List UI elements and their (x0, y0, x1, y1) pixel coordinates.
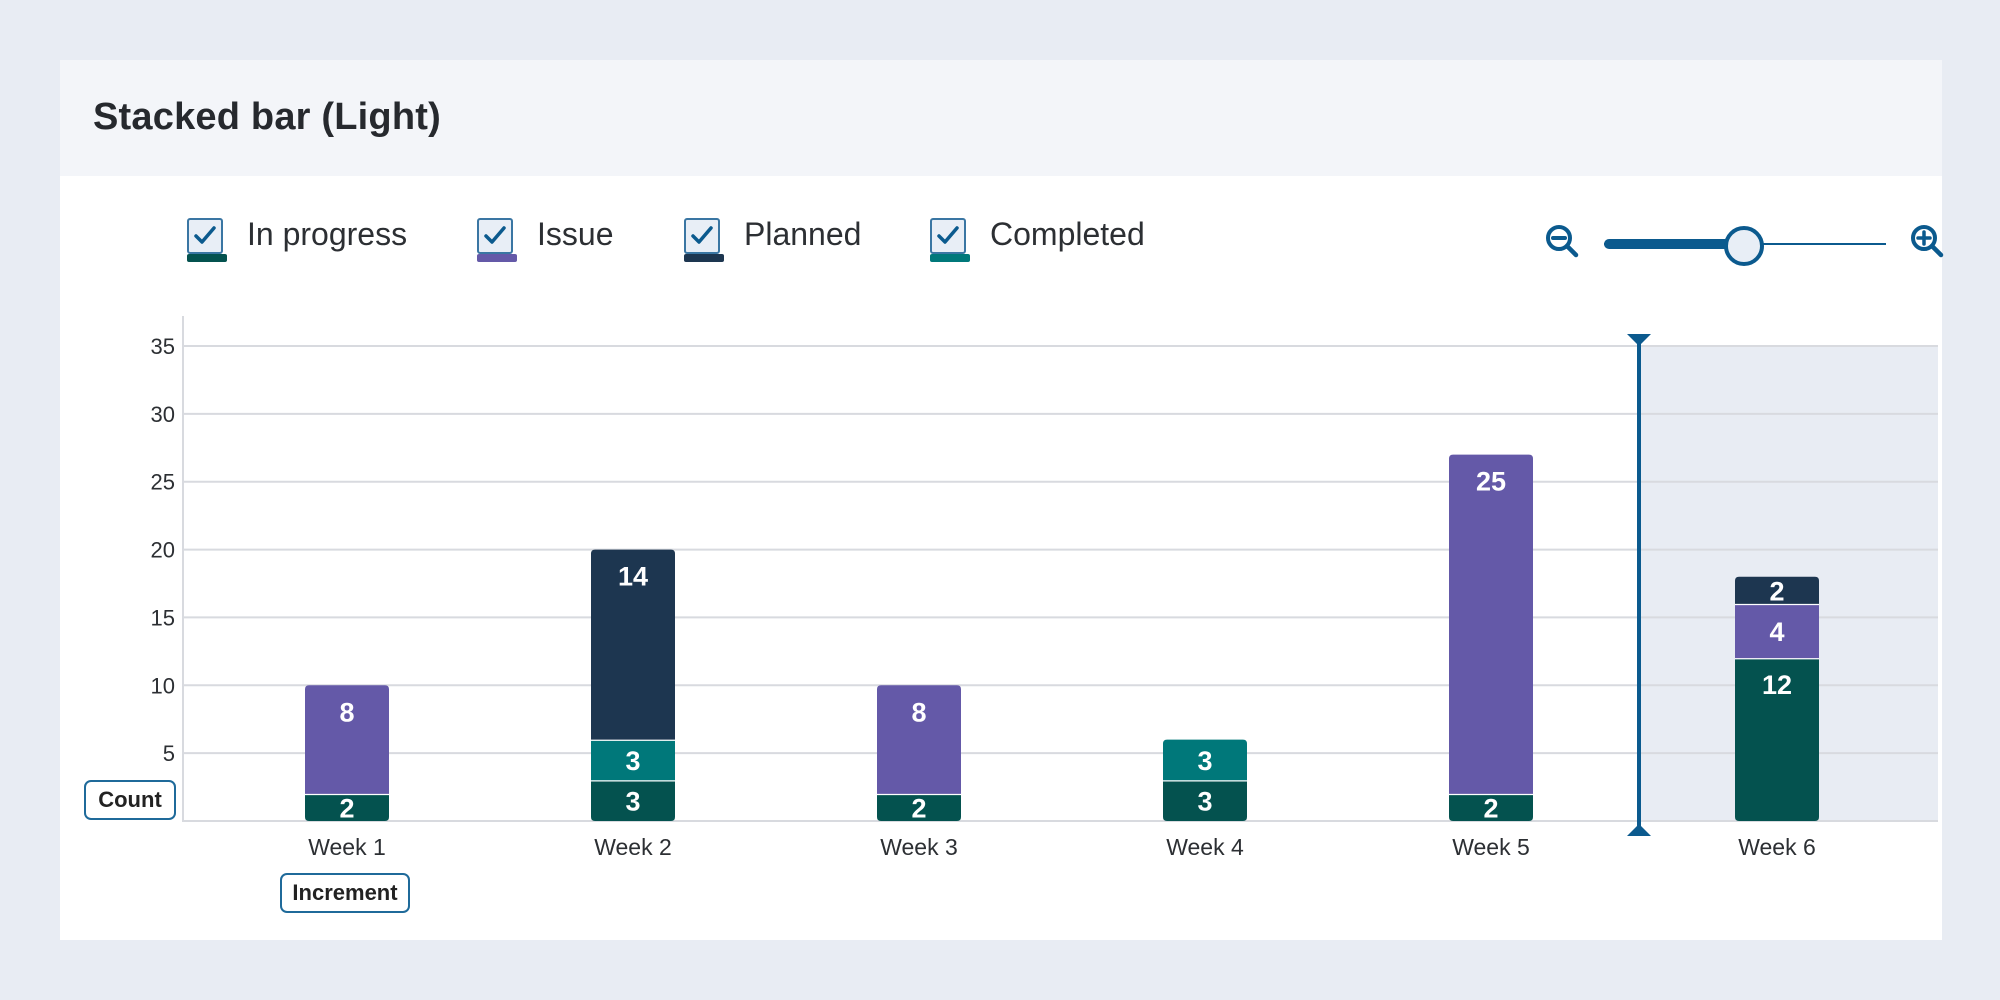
x-tick-label: Week 4 (1166, 834, 1244, 860)
bar-stack: 33 (1163, 739, 1247, 821)
data-label: 2 (911, 793, 926, 823)
x-tick-label: Week 3 (880, 834, 958, 860)
x-tick-label: Week 2 (594, 834, 672, 860)
x-tick-label: Week 6 (1738, 834, 1816, 860)
data-label: 8 (339, 697, 354, 727)
data-label: 25 (1476, 467, 1506, 497)
data-label: 14 (618, 562, 648, 592)
y-tick-label: 15 (151, 605, 175, 630)
data-label: 2 (1483, 793, 1498, 823)
data-label: 3 (625, 746, 640, 776)
data-label: 3 (625, 787, 640, 817)
bar-stack: 28 (877, 685, 961, 823)
y-tick-label: 30 (151, 402, 175, 427)
data-label: 12 (1762, 670, 1792, 700)
bar-stack: 3 3 14 (591, 549, 675, 821)
data-label: 3 (1197, 787, 1212, 817)
x-tick-label: Week 5 (1452, 834, 1530, 860)
stacked-bar-chart: 510152025303528Week 13314Week 228Week 33… (151, 316, 1938, 860)
x-tick-label: Week 1 (308, 834, 386, 860)
data-label: 3 (1197, 746, 1212, 776)
bar-stack: 2 25 (1449, 454, 1533, 823)
data-label: 4 (1769, 617, 1784, 647)
bar-stack: 28 (305, 685, 389, 823)
bar-segment-issue (1449, 454, 1533, 794)
data-label: 2 (1769, 576, 1784, 606)
y-tick-label: 10 (151, 673, 175, 698)
data-label: 8 (911, 697, 926, 727)
y-tick-label: 25 (151, 470, 175, 495)
marker-bottom-handle (1627, 824, 1651, 836)
y-tick-label: 5 (163, 741, 175, 766)
marker-top-handle (1627, 334, 1651, 346)
x-axis-label-badge[interactable]: Increment (280, 873, 410, 913)
y-tick-label: 20 (151, 538, 175, 563)
data-label: 2 (339, 793, 354, 823)
y-tick-label: 35 (151, 334, 175, 359)
y-axis-label-badge[interactable]: Count (84, 780, 176, 820)
bar-stack: 12 4 2 (1735, 576, 1819, 821)
